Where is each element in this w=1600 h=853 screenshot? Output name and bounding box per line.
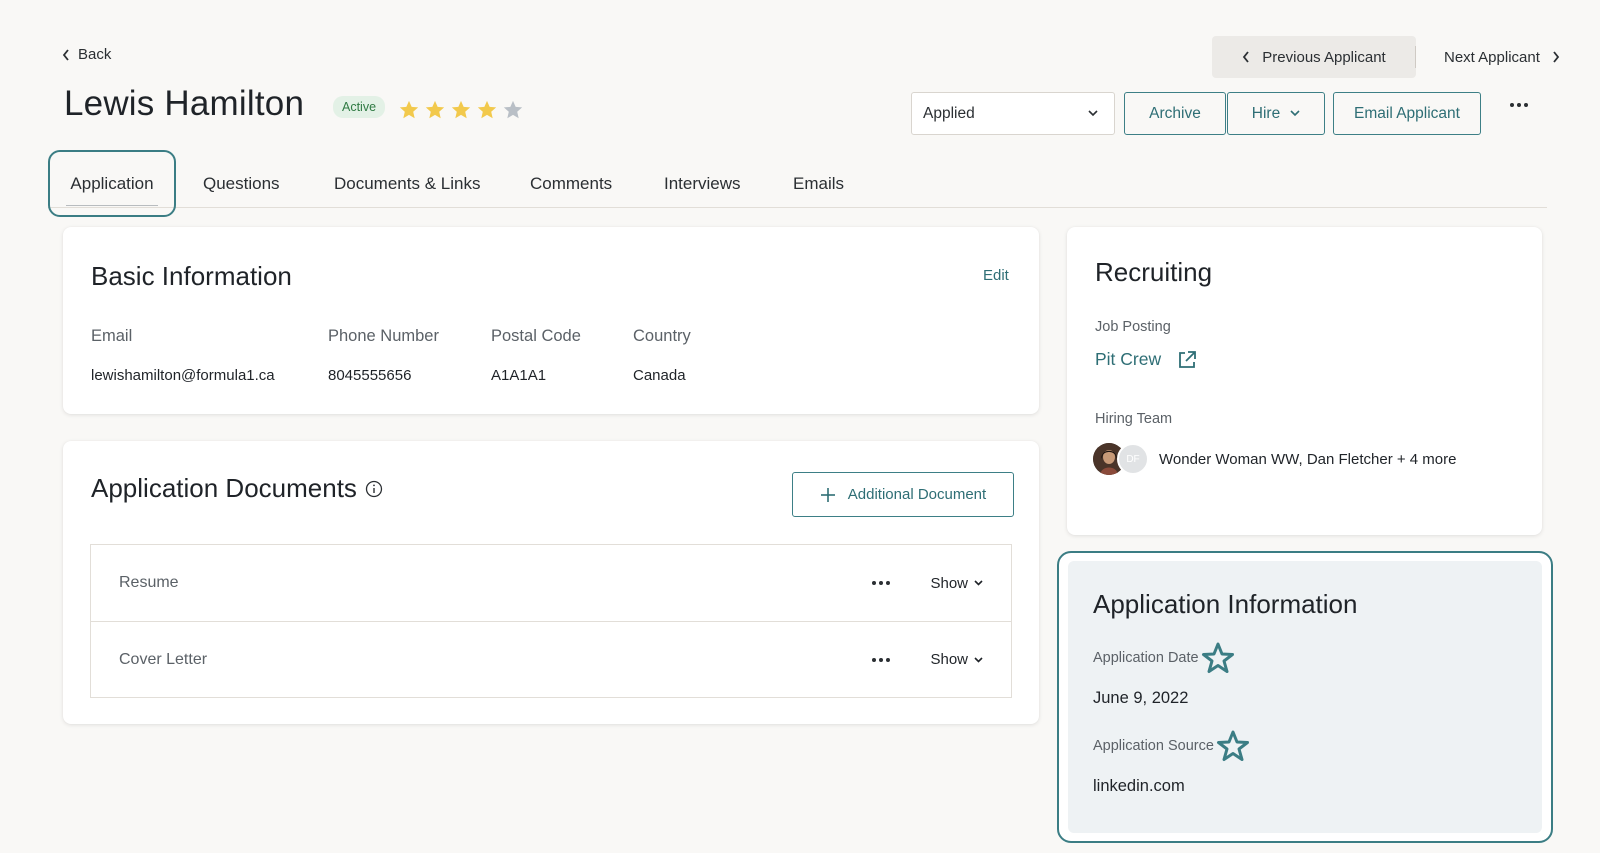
- email-applicant-label: Email Applicant: [1354, 104, 1460, 122]
- archive-button[interactable]: Archive: [1124, 92, 1226, 135]
- more-options-icon[interactable]: [1504, 96, 1534, 114]
- chevron-down-icon: [1290, 110, 1300, 117]
- hire-button[interactable]: Hire: [1227, 92, 1325, 135]
- phone-value: 8045555656: [328, 367, 412, 384]
- stage-select[interactable]: Applied: [911, 92, 1115, 135]
- hiring-team-avatars: DF: [1093, 442, 1159, 476]
- show-label: Show: [930, 574, 968, 592]
- email-applicant-button[interactable]: Email Applicant: [1333, 92, 1481, 135]
- basic-information-title: Basic Information: [91, 261, 292, 291]
- star-outline-icon: [1216, 730, 1249, 761]
- stage-select-value: Applied: [923, 104, 975, 122]
- show-dropdown[interactable]: Show: [930, 651, 983, 668]
- hiring-team-label: Hiring Team: [1095, 411, 1173, 427]
- rating-stars[interactable]: [398, 99, 524, 121]
- chevron-down-icon: [974, 656, 983, 663]
- status-badge: Active: [333, 96, 386, 118]
- application-source-value: linkedin.com: [1093, 777, 1185, 795]
- country-value: Canada: [633, 367, 686, 384]
- document-name: Resume: [119, 574, 179, 591]
- application-date-value: June 9, 2022: [1093, 689, 1189, 707]
- tab-label: Interviews: [664, 174, 741, 193]
- job-posting-label: Job Posting: [1095, 319, 1171, 335]
- star-empty-icon[interactable]: [502, 99, 524, 121]
- recruiting-card: Recruiting Job Posting Pit Crew Hiring T…: [1067, 227, 1542, 535]
- more-options-icon[interactable]: [872, 657, 891, 662]
- plus-icon: [820, 487, 835, 502]
- star-filled-icon[interactable]: [476, 99, 498, 121]
- country-label: Country: [633, 327, 691, 345]
- nav-divider: [1415, 46, 1416, 68]
- hiring-team-value: Wonder Woman WW, Dan Fletcher + 4 more: [1159, 451, 1457, 468]
- more-options-icon[interactable]: [872, 581, 891, 585]
- postal-code-label: Postal Code: [491, 327, 581, 345]
- next-applicant-label: Next Applicant: [1444, 48, 1540, 66]
- documents-table: Resume Show Cover Letter Show: [90, 544, 1012, 698]
- basic-information-card: Basic Information Edit Email lewishamilt…: [63, 227, 1039, 414]
- application-documents-card: Application Documents Additional Documen…: [63, 441, 1039, 724]
- postal-code-value: A1A1A1: [491, 367, 547, 384]
- document-row-cover-letter: Cover Letter Show: [91, 621, 1011, 697]
- email-label: Email: [91, 327, 133, 345]
- show-dropdown[interactable]: Show: [930, 575, 983, 592]
- job-posting-link[interactable]: Pit Crew: [1095, 349, 1197, 370]
- documents-title: Application Documents: [91, 473, 357, 503]
- star-outline-icon: [1201, 642, 1234, 673]
- application-source-label: Application Source: [1093, 738, 1214, 754]
- application-date-row: Application Date: [1093, 641, 1235, 675]
- phone-label: Phone Number: [328, 327, 439, 345]
- star-filled-icon[interactable]: [424, 99, 446, 121]
- recruiting-title: Recruiting: [1095, 257, 1213, 287]
- additional-document-label: Additional Document: [847, 486, 987, 503]
- previous-applicant-button[interactable]: Previous Applicant: [1212, 36, 1416, 78]
- tab-label: Documents & Links: [334, 174, 481, 193]
- tab-documents-links[interactable]: Documents & Links: [334, 156, 480, 212]
- show-label: Show: [930, 651, 968, 668]
- additional-document-button[interactable]: Additional Document: [792, 472, 1014, 517]
- application-information-card: Application Information Application Date…: [1057, 551, 1553, 843]
- back-label: Back: [78, 46, 112, 63]
- application-date-label: Application Date: [1093, 650, 1199, 666]
- document-row-resume: Resume Show: [91, 545, 1011, 621]
- document-name: Cover Letter: [119, 650, 208, 668]
- tab-application[interactable]: Application: [48, 150, 176, 217]
- next-applicant-button[interactable]: Next Applicant: [1444, 36, 1560, 78]
- tab-bar: Application Questions Documents & Links …: [48, 150, 1547, 217]
- chevron-down-icon: [1088, 110, 1098, 117]
- applicant-name: Lewis Hamilton: [64, 84, 305, 123]
- tab-emails[interactable]: Emails: [793, 156, 844, 212]
- edit-link[interactable]: Edit: [983, 267, 1009, 284]
- avatar: DF: [1117, 443, 1149, 475]
- star-filled-icon[interactable]: [450, 99, 472, 121]
- star-filled-icon[interactable]: [398, 99, 420, 121]
- email-value: lewishamilton@formula1.ca: [91, 367, 275, 384]
- external-link-icon: [1179, 350, 1197, 368]
- application-information-title: Application Information: [1093, 589, 1358, 619]
- tab-interviews[interactable]: Interviews: [664, 156, 741, 212]
- info-icon[interactable]: [365, 480, 383, 498]
- application-information-panel: Application Information Application Date…: [1068, 561, 1542, 833]
- back-link[interactable]: Back: [62, 46, 111, 63]
- chevron-down-icon: [974, 580, 983, 586]
- tab-label: Emails: [793, 174, 845, 193]
- tab-comments[interactable]: Comments: [530, 156, 612, 212]
- tab-questions[interactable]: Questions: [203, 156, 280, 212]
- tab-label: Application: [70, 173, 154, 193]
- active-tab-underline: [66, 204, 158, 206]
- chevron-right-icon: [1553, 51, 1560, 63]
- archive-label: Archive: [1149, 104, 1201, 122]
- application-source-row: Application Source: [1093, 729, 1250, 763]
- tab-label: Comments: [530, 174, 613, 193]
- chevron-left-icon: [62, 48, 69, 61]
- documents-header: Application Documents: [91, 473, 383, 504]
- previous-applicant-label: Previous Applicant: [1262, 48, 1386, 66]
- hire-label: Hire: [1251, 104, 1281, 122]
- tab-label: Questions: [203, 174, 280, 193]
- chevron-left-icon: [1243, 51, 1249, 63]
- job-posting-value: Pit Crew: [1095, 349, 1162, 369]
